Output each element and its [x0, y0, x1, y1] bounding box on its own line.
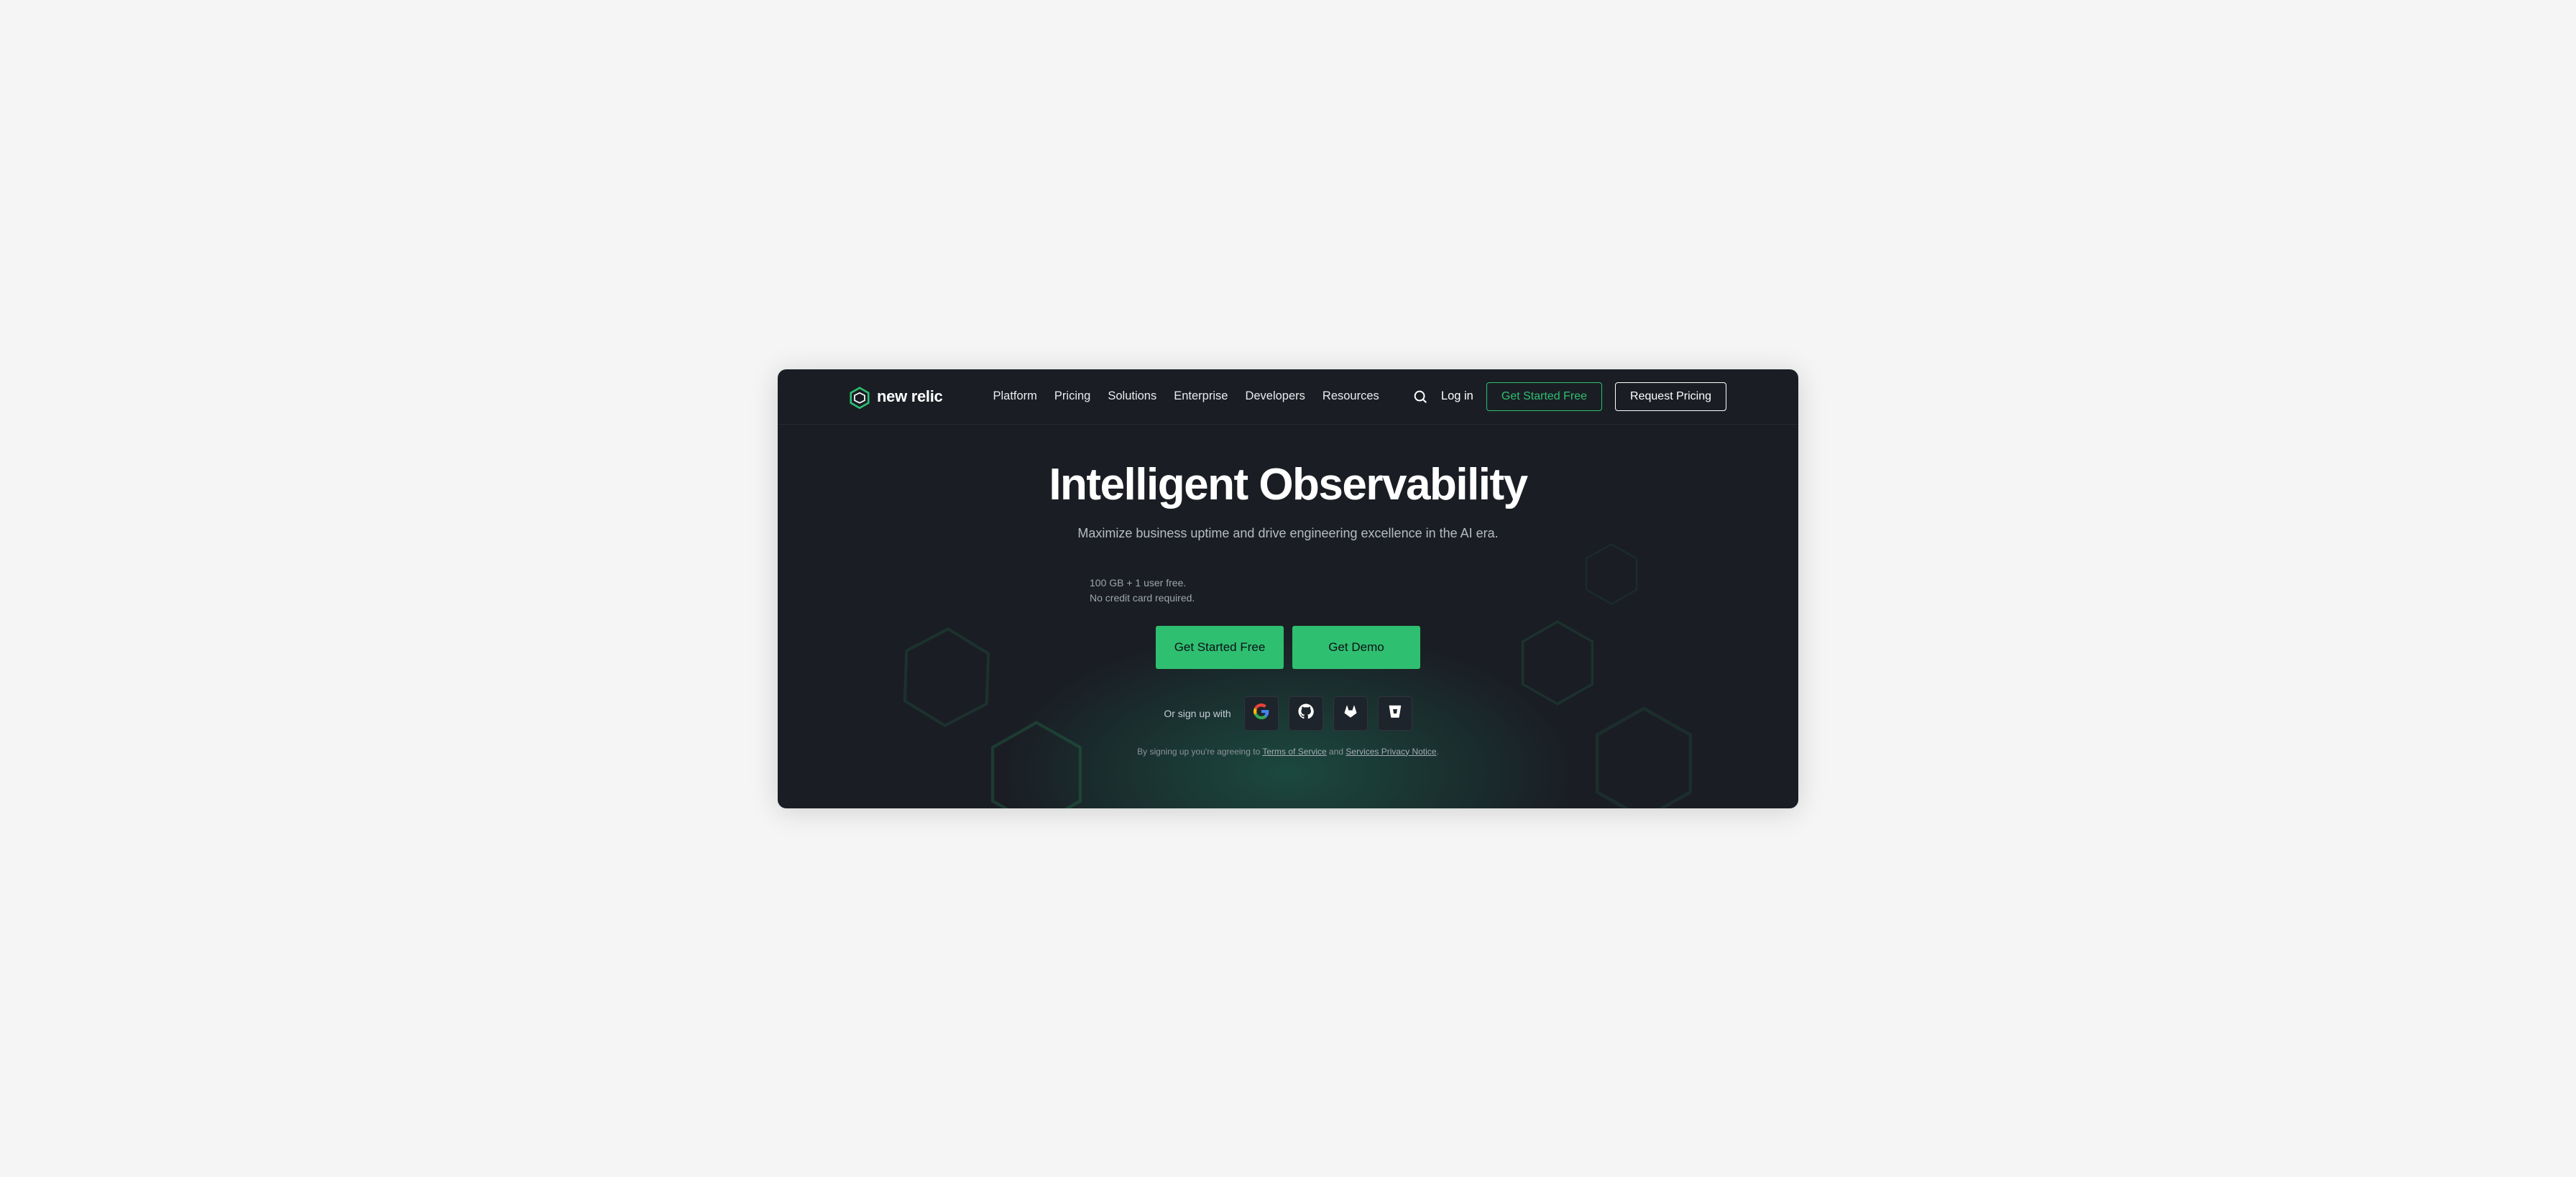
bitbucket-signup-button[interactable]	[1378, 696, 1412, 731]
offer-line-2: No credit card required.	[1090, 591, 1489, 606]
google-signup-button[interactable]	[1244, 696, 1279, 731]
hero: Intelligent Observability Maximize busin…	[778, 425, 1798, 808]
gitlab-signup-button[interactable]	[1333, 696, 1368, 731]
social-signup: Or sign up with	[1087, 696, 1489, 731]
nav-resources[interactable]: Resources	[1322, 389, 1379, 403]
request-pricing-button[interactable]: Request Pricing	[1615, 382, 1726, 411]
offer-lines: 100 GB + 1 user free. No credit card req…	[1087, 576, 1489, 606]
gitlab-icon	[1343, 703, 1358, 723]
legal-text: By signing up you're agreeing to Terms o…	[1087, 747, 1489, 757]
login-link[interactable]: Log in	[1441, 389, 1473, 403]
offer-line-1: 100 GB + 1 user free.	[1090, 576, 1489, 591]
page: new relic Platform Pricing Solutions Ent…	[778, 369, 1798, 808]
github-signup-button[interactable]	[1289, 696, 1323, 731]
search-icon[interactable]	[1412, 389, 1428, 405]
hero-title: Intelligent Observability	[850, 459, 1726, 510]
header: new relic Platform Pricing Solutions Ent…	[778, 369, 1798, 425]
privacy-link[interactable]: Services Privacy Notice	[1346, 747, 1436, 757]
get-started-button[interactable]: Get Started Free	[1156, 626, 1284, 669]
logo-icon	[850, 387, 870, 407]
signup-with-label: Or sign up with	[1164, 708, 1230, 719]
nav-developers[interactable]: Developers	[1245, 389, 1305, 403]
logo-text: new relic	[877, 387, 942, 406]
nav-enterprise[interactable]: Enterprise	[1174, 389, 1228, 403]
get-started-header-button[interactable]: Get Started Free	[1486, 382, 1602, 411]
logo[interactable]: new relic	[850, 387, 942, 407]
nav-pricing[interactable]: Pricing	[1054, 389, 1090, 403]
nav-solutions[interactable]: Solutions	[1108, 389, 1156, 403]
main-nav: Platform Pricing Solutions Enterprise De…	[993, 389, 1379, 403]
tos-link[interactable]: Terms of Service	[1262, 747, 1326, 757]
bitbucket-icon	[1387, 703, 1403, 723]
google-icon	[1254, 703, 1269, 723]
nav-platform[interactable]: Platform	[993, 389, 1036, 403]
hero-subtitle: Maximize business uptime and drive engin…	[850, 526, 1726, 541]
github-icon	[1298, 703, 1314, 723]
get-demo-button[interactable]: Get Demo	[1292, 626, 1420, 669]
